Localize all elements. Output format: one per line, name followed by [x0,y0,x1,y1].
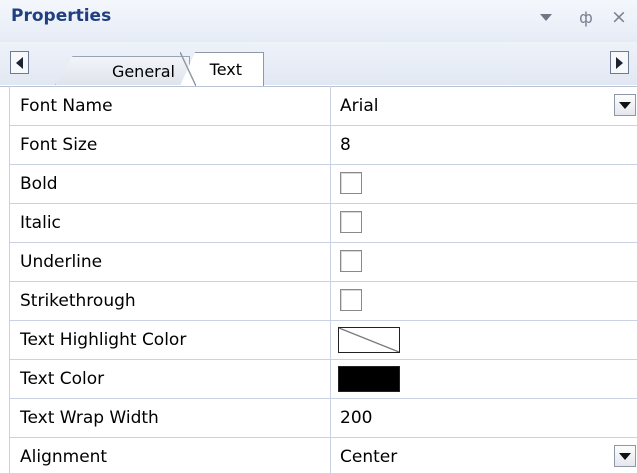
pin-icon: ф [579,7,593,27]
tab-scroll-left-button[interactable] [10,51,29,74]
close-icon: × [611,6,627,28]
property-row-bold[interactable]: Bold [10,165,637,204]
property-value-text: 200 [340,408,373,428]
property-row-strikethrough[interactable]: Strikethrough [10,282,637,321]
property-name: Text Wrap Width [20,408,159,428]
property-value-text: Center [340,447,398,467]
property-name: Bold [20,174,58,194]
underline-checkbox[interactable] [340,250,362,272]
italic-checkbox[interactable] [340,211,362,233]
close-button[interactable]: × [608,5,630,29]
property-row-underline[interactable]: Underline [10,243,637,282]
arrow-left-icon [16,56,23,69]
property-name: Text Highlight Color [20,330,187,350]
pin-button[interactable]: ф [575,5,597,29]
no-color-swatch[interactable] [338,327,400,353]
property-row-text-highlight-color[interactable]: Text Highlight Color [10,321,637,360]
property-name: Font Size [20,135,98,155]
property-row-text-color[interactable]: Text Color [10,360,637,399]
property-value-text: Arial [340,96,379,116]
alignment-dropdown-button[interactable] [614,445,636,467]
bold-checkbox[interactable] [340,172,362,194]
color-swatch-black[interactable] [338,366,400,392]
chevron-down-icon [540,13,552,21]
tab-strip: General Text [0,42,637,86]
panel-title: Properties [11,6,112,26]
chevron-down-icon [619,101,631,109]
strikethrough-checkbox[interactable] [340,289,362,311]
property-name: Underline [20,252,103,272]
tab-scroll-right-button[interactable] [610,51,629,74]
property-row-italic[interactable]: Italic [10,204,637,243]
property-row-font-size[interactable]: Font Size 8 [10,126,637,165]
property-value-text: 8 [340,135,351,155]
properties-panel: Properties ф × General Text Font Name Ar… [0,0,637,473]
property-name: Strikethrough [20,291,136,311]
property-row-alignment[interactable]: Alignment Center [10,438,637,473]
property-row-font-name[interactable]: Font Name Arial [10,87,637,126]
font-name-dropdown-button[interactable] [614,94,636,116]
property-row-text-wrap-width[interactable]: Text Wrap Width 200 [10,399,637,438]
panel-titlebar: Properties ф × [0,0,637,42]
property-name: Text Color [20,369,105,389]
chevron-down-icon [619,452,631,460]
property-name: Alignment [20,447,108,467]
tab-general[interactable]: General [55,56,190,85]
tab-text-slant [180,52,196,86]
property-name: Font Name [20,96,113,116]
panel-menu-dropdown-button[interactable] [535,5,557,29]
tab-general-label: General [111,61,175,81]
arrow-right-icon [616,56,623,69]
property-name: Italic [20,213,61,233]
